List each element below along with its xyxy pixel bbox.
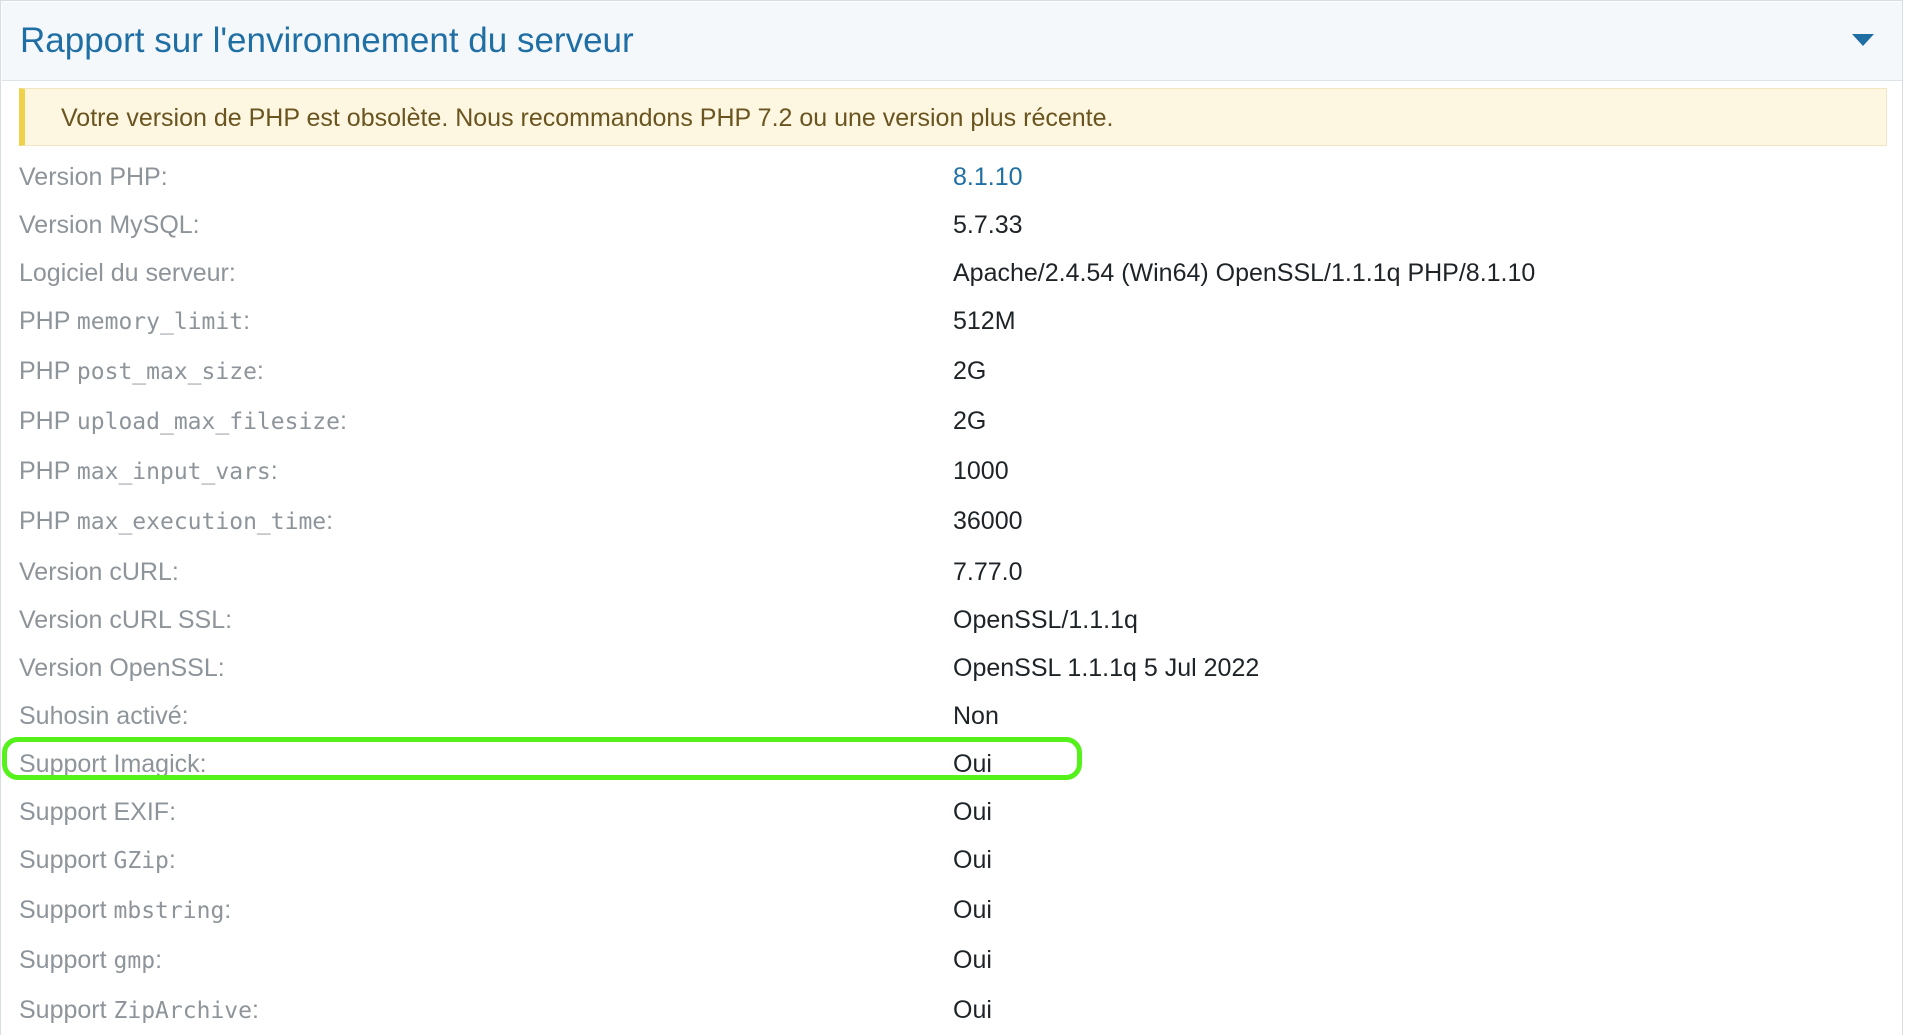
row-value: 7.77.0: [953, 558, 1023, 586]
label-prefix: PHP: [19, 507, 70, 535]
row-label: Support ZipArchive:: [19, 994, 259, 1027]
table-row-imagick: Support Imagick: Oui: [0, 744, 1905, 784]
label-suffix: :: [168, 846, 176, 874]
row-label: Version cURL SSL:: [19, 606, 233, 634]
row-label: Version PHP:: [19, 163, 168, 191]
row-label: Support EXIF:: [19, 798, 177, 826]
label-prefix: PHP: [19, 307, 70, 335]
label-code: max_execution_time: [76, 509, 327, 535]
row-value: OpenSSL 1.1.1q 5 Jul 2022: [953, 654, 1260, 682]
row-value: Oui: [953, 946, 992, 974]
table-row: Version MySQL: 5.7.33: [0, 205, 1905, 245]
row-label: Support gmp:: [19, 944, 162, 977]
label-suffix: :: [326, 507, 334, 535]
label-code: GZip: [113, 848, 169, 874]
label-prefix: Support: [19, 996, 107, 1024]
label-prefix: PHP: [19, 357, 70, 385]
table-row: Version OpenSSL: OpenSSL 1.1.1q 5 Jul 20…: [0, 648, 1905, 688]
row-value: 1000: [953, 457, 1009, 485]
label-suffix: :: [224, 896, 232, 924]
row-value: Non: [953, 702, 999, 730]
row-label: Support Imagick:: [19, 750, 207, 778]
table-row: Support EXIF: Oui: [0, 792, 1905, 832]
row-value: 2G: [953, 357, 987, 385]
label-suffix: :: [243, 307, 251, 335]
row-label: Version cURL:: [19, 558, 179, 586]
label-code: mbstring: [113, 898, 225, 924]
row-label: Support mbstring:: [19, 894, 231, 927]
label-prefix: Support: [19, 896, 107, 924]
row-value: Oui: [953, 896, 992, 924]
label-prefix: PHP: [19, 407, 70, 435]
label-prefix: Support: [19, 946, 107, 974]
row-value: 5.7.33: [953, 211, 1023, 239]
notice-text: Votre version de PHP est obsolète. Nous …: [61, 104, 1114, 132]
php-version-link[interactable]: 8.1.10: [953, 161, 1023, 193]
row-label: PHP post_max_size:: [19, 355, 264, 388]
row-value: Apache/2.4.54 (Win64) OpenSSL/1.1.1q PHP…: [953, 259, 1536, 287]
label-prefix: PHP: [19, 457, 70, 485]
row-value: Oui: [953, 798, 992, 826]
row-value: OpenSSL/1.1.1q: [953, 606, 1138, 634]
row-value: Oui: [953, 750, 992, 778]
table-row: Support gmp: Oui: [0, 940, 1905, 980]
table-row: Version cURL SSL: OpenSSL/1.1.1q: [0, 600, 1905, 640]
table-row: PHP post_max_size: 2G: [0, 351, 1905, 391]
label-prefix: Support: [19, 846, 107, 874]
row-value: 512M: [953, 307, 1016, 335]
table-row: Logiciel du serveur: Apache/2.4.54 (Win6…: [0, 253, 1905, 293]
table-row: PHP upload_max_filesize: 2G: [0, 401, 1905, 441]
panel-title: Rapport sur l'environnement du serveur: [20, 21, 634, 60]
label-code: post_max_size: [76, 359, 257, 385]
row-label: Support GZip:: [19, 844, 176, 877]
panel-header[interactable]: Rapport sur l'environnement du serveur: [2, 2, 1902, 81]
table-row: Support ZipArchive: Oui: [0, 990, 1905, 1030]
row-value: Oui: [953, 996, 992, 1024]
table-row: PHP max_input_vars: 1000: [0, 451, 1905, 491]
label-code: max_input_vars: [76, 459, 271, 485]
table-row: Support GZip: Oui: [0, 840, 1905, 880]
row-value: Oui: [953, 846, 992, 874]
table-row: Version PHP: 8.1.10: [0, 157, 1905, 197]
label-code: ZipArchive: [113, 998, 252, 1024]
row-label: PHP memory_limit:: [19, 305, 250, 338]
table-row: PHP max_execution_time: 36000: [0, 501, 1905, 541]
row-label: PHP max_execution_time:: [19, 505, 333, 538]
row-label: Suhosin activé:: [19, 702, 189, 730]
row-label: PHP upload_max_filesize:: [19, 405, 347, 438]
table-row: Version cURL: 7.77.0: [0, 552, 1905, 592]
label-suffix: :: [155, 946, 163, 974]
row-label: Version OpenSSL:: [19, 654, 225, 682]
row-label: Logiciel du serveur:: [19, 259, 236, 287]
label-code: memory_limit: [76, 309, 244, 335]
label-code: upload_max_filesize: [76, 409, 341, 435]
table-row: PHP memory_limit: 512M: [0, 301, 1905, 341]
label-suffix: :: [270, 457, 278, 485]
label-code: gmp: [113, 948, 156, 974]
row-label: Version MySQL:: [19, 211, 200, 239]
row-value: 2G: [953, 407, 987, 435]
table-row: Suhosin activé: Non: [0, 696, 1905, 736]
label-suffix: :: [256, 357, 264, 385]
row-value: 36000: [953, 507, 1023, 535]
php-outdated-notice: Votre version de PHP est obsolète. Nous …: [19, 88, 1887, 146]
row-label: PHP max_input_vars:: [19, 455, 278, 488]
label-suffix: :: [340, 407, 347, 435]
label-suffix: :: [252, 996, 259, 1024]
table-row: Support mbstring: Oui: [0, 890, 1905, 930]
caret-down-icon[interactable]: [1850, 32, 1876, 48]
